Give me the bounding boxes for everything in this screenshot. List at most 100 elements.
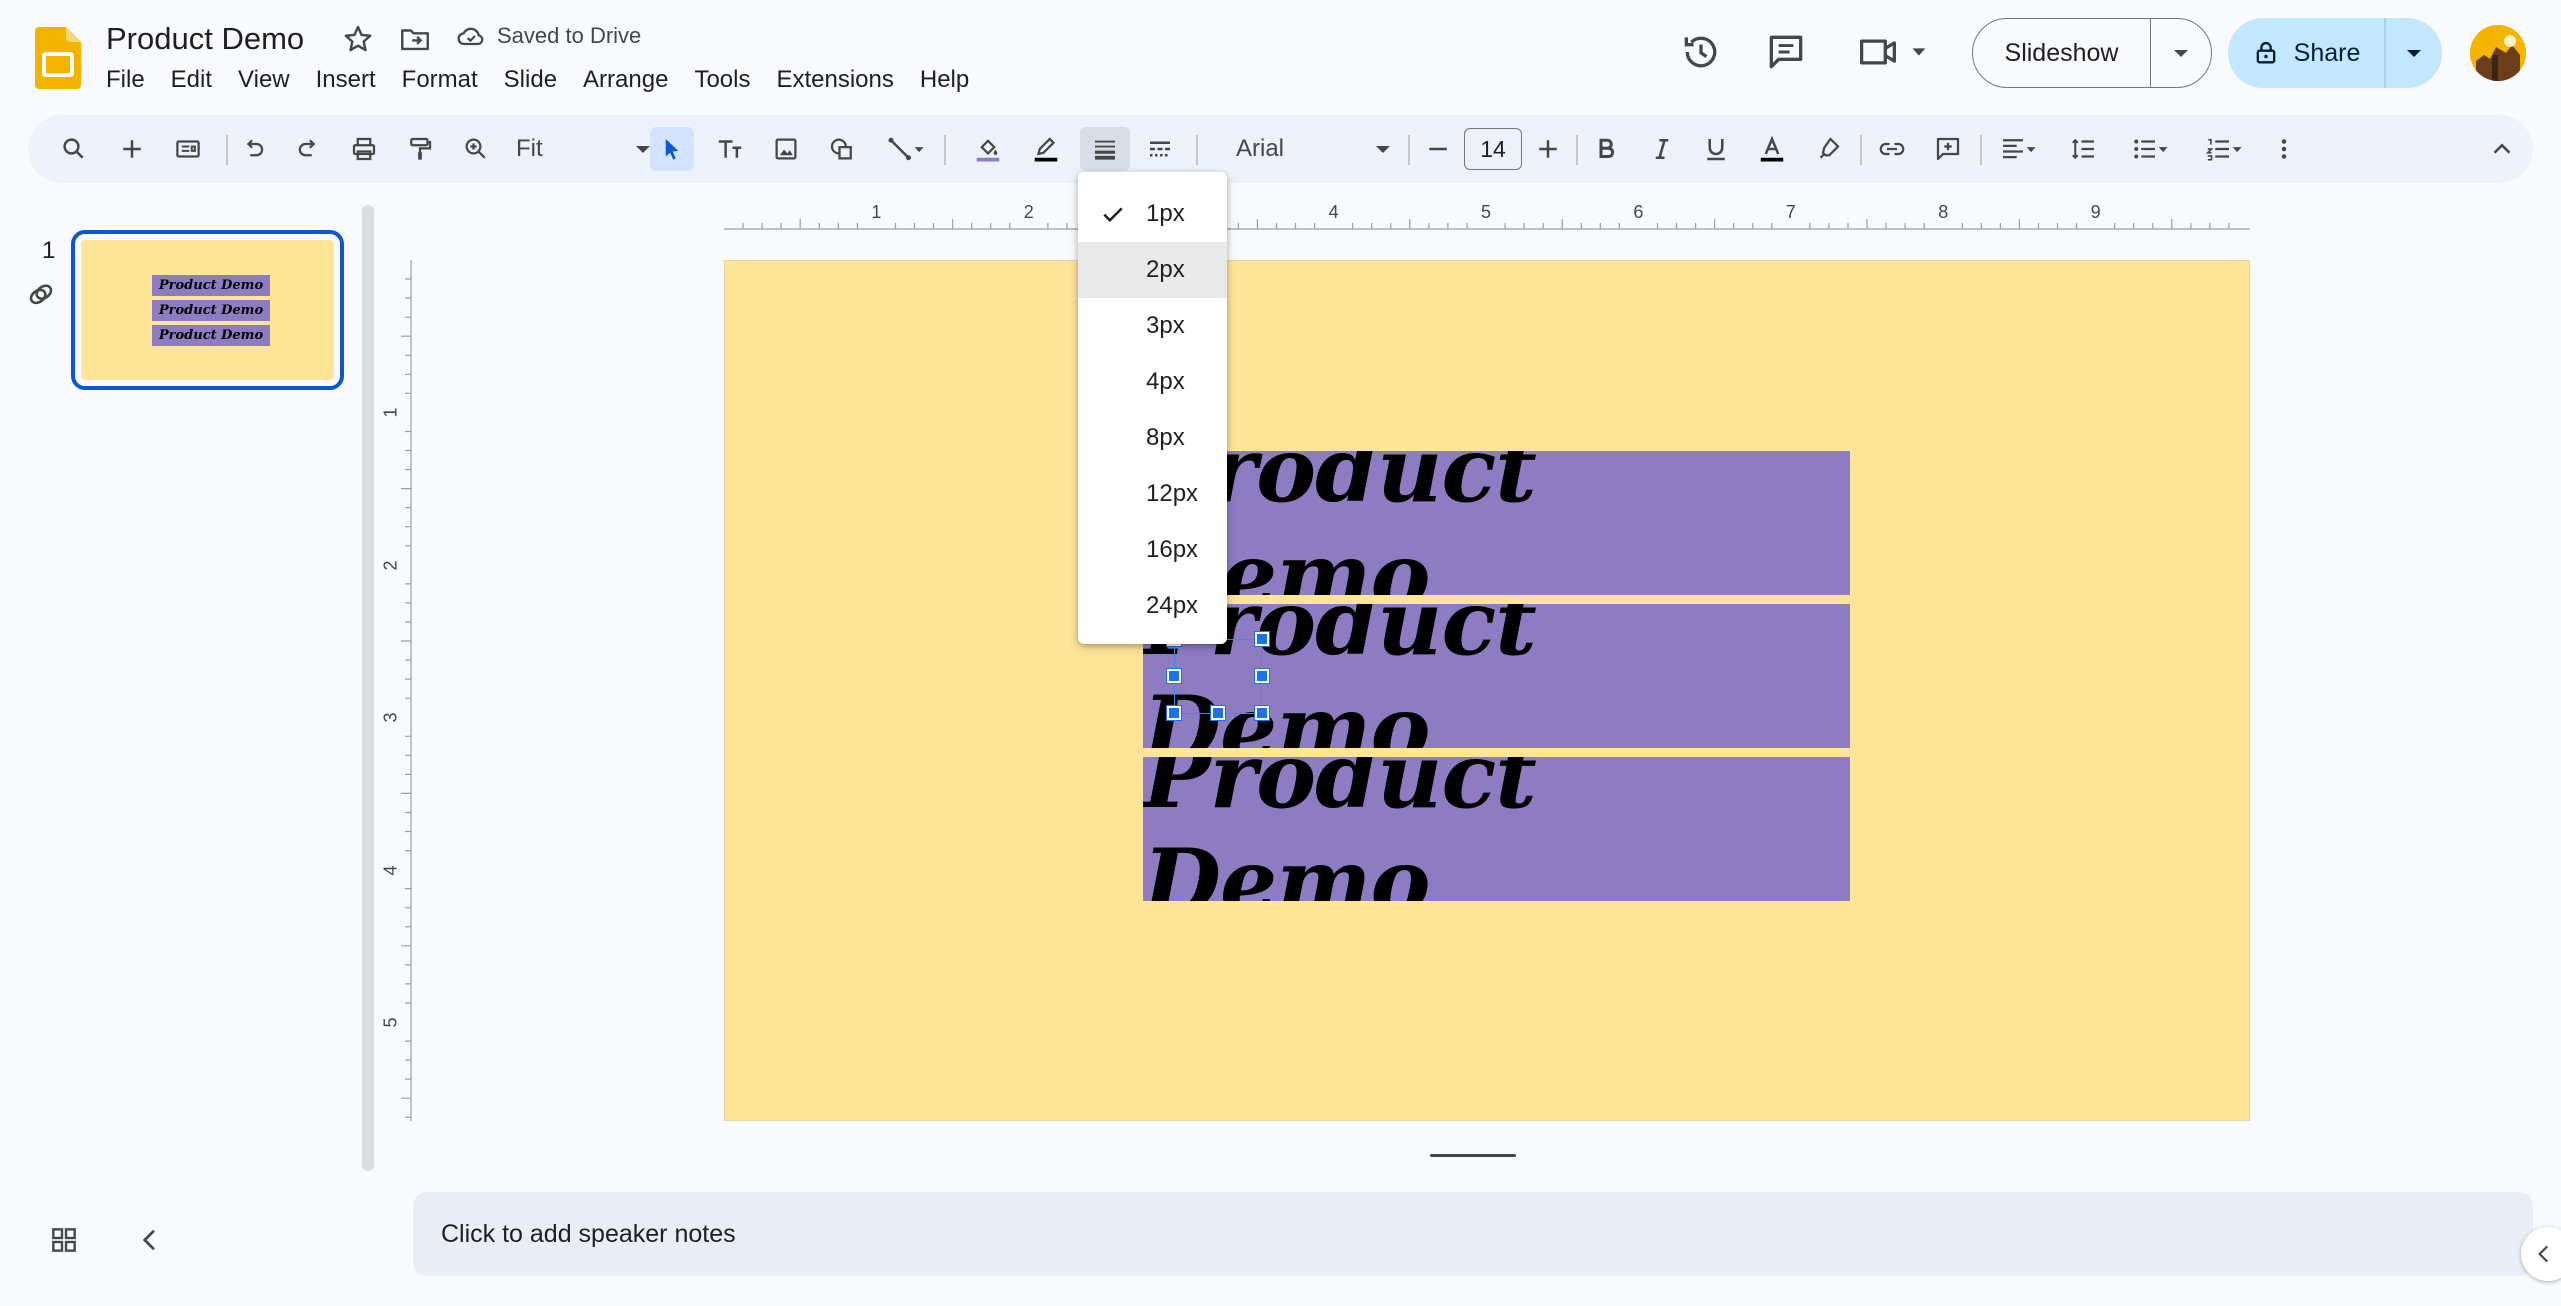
slideshow-options-dropdown[interactable]: [2151, 19, 2211, 87]
border-weight-icon[interactable]: [1080, 127, 1130, 171]
slideshow-label[interactable]: Slideshow: [1973, 19, 2151, 87]
menu-tools[interactable]: Tools: [681, 62, 763, 98]
speaker-notes[interactable]: Click to add speaker notes: [413, 1192, 2533, 1276]
zoom-icon[interactable]: [454, 127, 498, 171]
save-status[interactable]: Saved to Drive: [455, 20, 641, 52]
font-family-select[interactable]: Arial: [1228, 127, 1398, 171]
menu-insert[interactable]: Insert: [303, 62, 389, 98]
resize-handle[interactable]: [1254, 705, 1270, 721]
insert-link-icon[interactable]: [1870, 127, 1914, 171]
layout-icon[interactable]: [166, 127, 210, 171]
version-history-icon[interactable]: [1679, 30, 1723, 74]
weight-option-12px[interactable]: 12px: [1078, 466, 1227, 522]
document-title[interactable]: Product Demo: [106, 20, 304, 58]
comments-icon[interactable]: [1764, 30, 1808, 74]
paint-format-icon[interactable]: [398, 127, 442, 171]
border-dash-icon[interactable]: [1138, 127, 1182, 171]
move-folder-icon[interactable]: [398, 22, 432, 56]
weight-option-2px[interactable]: 2px: [1078, 242, 1227, 298]
weight-option-8px[interactable]: 8px: [1078, 410, 1227, 466]
ruler-label: 5: [380, 1017, 401, 1028]
share-options-dropdown[interactable]: [2386, 18, 2442, 88]
numbered-list-icon[interactable]: [2194, 127, 2254, 171]
vertical-ruler[interactable]: [382, 230, 412, 1150]
highlight-color-icon[interactable]: [1806, 127, 1850, 171]
line-spacing-icon[interactable]: [2062, 127, 2106, 171]
increase-font-size-icon[interactable]: [1526, 127, 1570, 171]
star-icon[interactable]: [341, 22, 375, 56]
insert-image-icon[interactable]: [764, 127, 808, 171]
grid-view-icon[interactable]: [48, 1224, 80, 1256]
weight-option-3px[interactable]: 3px: [1078, 298, 1227, 354]
resize-handle[interactable]: [1254, 668, 1270, 684]
decrease-font-size-icon[interactable]: [1416, 127, 1460, 171]
toolbar-divider: [1196, 135, 1198, 165]
filmstrip-scrollbar[interactable]: [362, 205, 374, 1171]
add-comment-icon[interactable]: [1926, 127, 1970, 171]
bold-icon[interactable]: [1584, 127, 1628, 171]
resize-handle[interactable]: [1254, 631, 1270, 647]
fill-color-icon[interactable]: [966, 127, 1010, 171]
menu-format[interactable]: Format: [389, 62, 491, 98]
weight-option-4px[interactable]: 4px: [1078, 354, 1227, 410]
border-color-icon[interactable]: [1024, 127, 1068, 171]
text-box-product-demo-3[interactable]: Product Demo: [1143, 757, 1850, 901]
zoom-select[interactable]: Fit: [508, 127, 658, 171]
resize-handle[interactable]: [1210, 705, 1226, 721]
meet-icon[interactable]: [1858, 30, 1938, 74]
menu-slide[interactable]: Slide: [491, 62, 570, 98]
search-menus-icon[interactable]: [52, 127, 96, 171]
cloud-done-icon: [455, 20, 487, 52]
ruler-label: 4: [380, 865, 401, 876]
text-box-text: Product Demo: [1143, 757, 1537, 901]
text-box-icon[interactable]: [708, 127, 752, 171]
menu-arrange[interactable]: Arrange: [570, 62, 681, 98]
slides-logo-icon[interactable]: [35, 27, 81, 89]
slide-thumbnail[interactable]: Product Demo Product Demo Product Demo: [71, 230, 344, 390]
weight-option-16px[interactable]: 16px: [1078, 522, 1227, 578]
notes-resize-handle[interactable]: [1430, 1154, 1516, 1157]
menu-view[interactable]: View: [225, 62, 303, 98]
weight-option-label: 2px: [1146, 256, 1185, 283]
chevron-up-icon[interactable]: [2480, 127, 2524, 171]
share-main[interactable]: Share: [2228, 18, 2386, 88]
text-color-bar: [1760, 157, 1784, 162]
menu-file[interactable]: File: [106, 62, 158, 98]
more-options-icon[interactable]: [2264, 127, 2304, 171]
chevron-down-icon: [2174, 49, 2188, 57]
top-bar: Product Demo Saved to Drive File Edit Vi…: [0, 0, 2561, 110]
align-icon[interactable]: [1988, 127, 2048, 171]
weight-option-24px[interactable]: 24px: [1078, 578, 1227, 634]
line-tool-icon[interactable]: [876, 127, 936, 171]
menu-edit[interactable]: Edit: [158, 62, 225, 98]
account-avatar[interactable]: [2470, 25, 2526, 81]
resize-handle[interactable]: [1166, 668, 1182, 684]
horizontal-ruler[interactable]: [413, 200, 2533, 230]
print-icon[interactable]: [342, 127, 386, 171]
redo-icon[interactable]: [286, 127, 330, 171]
text-color-icon[interactable]: [1750, 127, 1794, 171]
slide[interactable]: Product Demo Product Demo Product Demo: [724, 260, 2250, 1121]
collapse-filmstrip-icon[interactable]: [134, 1224, 166, 1256]
undo-icon[interactable]: [232, 127, 276, 171]
select-tool-icon[interactable]: [650, 127, 694, 171]
text-box-product-demo-1[interactable]: Product Demo: [1143, 451, 1850, 595]
toolbar-divider: [1576, 135, 1578, 165]
linked-objects-icon[interactable]: [24, 278, 58, 312]
ruler-label: 5: [1481, 202, 1492, 222]
slideshow-button[interactable]: Slideshow: [1972, 18, 2212, 88]
ruler-label: 9: [2090, 202, 2101, 222]
resize-handle[interactable]: [1166, 705, 1182, 721]
selected-shape[interactable]: [1166, 631, 1270, 721]
weight-option-1px[interactable]: 1px: [1078, 186, 1227, 242]
shape-icon[interactable]: [820, 127, 864, 171]
underline-icon[interactable]: [1694, 127, 1738, 171]
menu-extensions[interactable]: Extensions: [763, 62, 906, 98]
ruler-label: 3: [380, 712, 401, 723]
font-size-input[interactable]: 14: [1464, 128, 1522, 170]
italic-icon[interactable]: [1640, 127, 1684, 171]
menu-help[interactable]: Help: [907, 62, 982, 98]
new-slide-icon[interactable]: [110, 127, 154, 171]
share-button[interactable]: Share: [2228, 18, 2442, 88]
bulleted-list-icon[interactable]: [2120, 127, 2180, 171]
